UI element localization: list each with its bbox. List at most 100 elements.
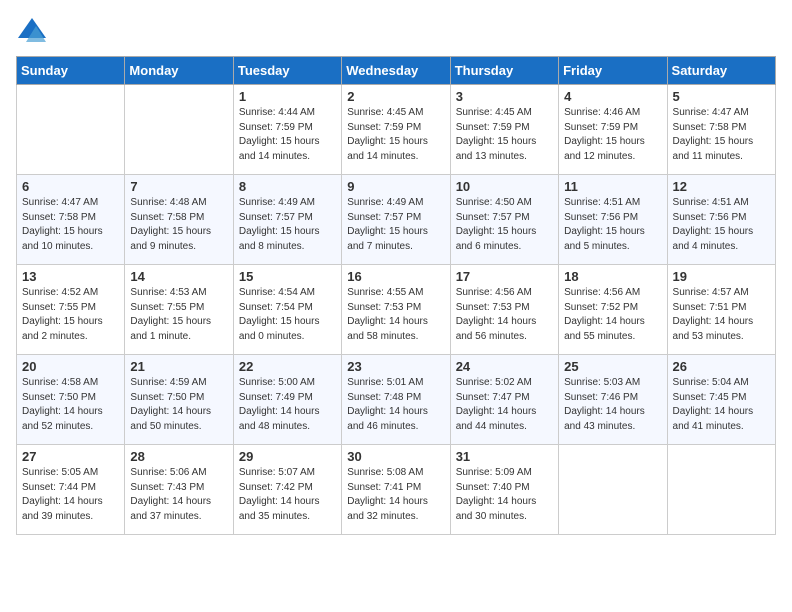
day-content: Sunrise: 5:02 AM Sunset: 7:47 PM Dayligh… bbox=[456, 376, 553, 434]
day-content: Sunrise: 5:01 AM Sunset: 7:48 PM Dayligh… bbox=[347, 376, 444, 434]
day-content: Sunrise: 4:54 AM Sunset: 7:54 PM Dayligh… bbox=[239, 286, 336, 344]
day-content: Sunrise: 4:50 AM Sunset: 7:57 PM Dayligh… bbox=[456, 196, 553, 254]
day-cell bbox=[559, 445, 667, 535]
day-number: 28 bbox=[130, 449, 227, 464]
day-cell: 15 Sunrise: 4:54 AM Sunset: 7:54 PM Dayli… bbox=[233, 265, 341, 355]
page-header bbox=[16, 16, 776, 44]
day-cell: 5 Sunrise: 4:47 AM Sunset: 7:58 PM Daylig… bbox=[667, 85, 775, 175]
day-cell: 29 Sunrise: 5:07 AM Sunset: 7:42 PM Dayli… bbox=[233, 445, 341, 535]
day-number: 30 bbox=[347, 449, 444, 464]
day-content: Sunrise: 4:59 AM Sunset: 7:50 PM Dayligh… bbox=[130, 376, 227, 434]
day-content: Sunrise: 4:51 AM Sunset: 7:56 PM Dayligh… bbox=[673, 196, 770, 254]
week-row-2: 6 Sunrise: 4:47 AM Sunset: 7:58 PM Daylig… bbox=[17, 175, 776, 265]
day-number: 4 bbox=[564, 89, 661, 104]
logo bbox=[16, 16, 52, 44]
day-cell: 16Sunrise: 4:55 AM Sunset: 7:53 PM Dayli… bbox=[342, 265, 450, 355]
day-number: 22 bbox=[239, 359, 336, 374]
day-number: 18 bbox=[564, 269, 661, 284]
day-content: Sunrise: 4:45 AM Sunset: 7:59 PM Dayligh… bbox=[347, 106, 444, 164]
day-number: 17 bbox=[456, 269, 553, 284]
day-content: Sunrise: 5:00 AM Sunset: 7:49 PM Dayligh… bbox=[239, 376, 336, 434]
day-number: 20 bbox=[22, 359, 119, 374]
day-number: 19 bbox=[673, 269, 770, 284]
day-cell: 26 Sunrise: 5:04 AM Sunset: 7:45 PM Dayli… bbox=[667, 355, 775, 445]
day-cell: 30 Sunrise: 5:08 AM Sunset: 7:41 PM Dayli… bbox=[342, 445, 450, 535]
day-number: 14 bbox=[130, 269, 227, 284]
col-header-wednesday: Wednesday bbox=[342, 57, 450, 85]
day-number: 13 bbox=[22, 269, 119, 284]
day-cell: 3 Sunrise: 4:45 AM Sunset: 7:59 PM Daylig… bbox=[450, 85, 558, 175]
col-header-monday: Monday bbox=[125, 57, 233, 85]
day-cell: 19 Sunrise: 4:57 AM Sunset: 7:51 PM Dayli… bbox=[667, 265, 775, 355]
col-header-tuesday: Tuesday bbox=[233, 57, 341, 85]
col-header-friday: Friday bbox=[559, 57, 667, 85]
day-content: Sunrise: 4:49 AM Sunset: 7:57 PM Dayligh… bbox=[347, 196, 444, 254]
day-cell: 22 Sunrise: 5:00 AM Sunset: 7:49 PM Dayli… bbox=[233, 355, 341, 445]
day-cell: 21 Sunrise: 4:59 AM Sunset: 7:50 PM Dayli… bbox=[125, 355, 233, 445]
day-content: Sunrise: 4:56 AM Sunset: 7:52 PM Dayligh… bbox=[564, 286, 661, 344]
day-number: 7 bbox=[130, 179, 227, 194]
day-cell: 12 Sunrise: 4:51 AM Sunset: 7:56 PM Dayli… bbox=[667, 175, 775, 265]
day-cell: 14 Sunrise: 4:53 AM Sunset: 7:55 PM Dayli… bbox=[125, 265, 233, 355]
day-content: Sunrise: 4:53 AM Sunset: 7:55 PM Dayligh… bbox=[130, 286, 227, 344]
day-number: 11 bbox=[564, 179, 661, 194]
day-cell bbox=[125, 85, 233, 175]
day-number: 6 bbox=[22, 179, 119, 194]
day-cell: 27Sunrise: 5:05 AM Sunset: 7:44 PM Dayli… bbox=[17, 445, 125, 535]
logo-icon bbox=[16, 16, 48, 44]
day-content: Sunrise: 4:47 AM Sunset: 7:58 PM Dayligh… bbox=[673, 106, 770, 164]
day-number: 25 bbox=[564, 359, 661, 374]
day-cell: 25Sunrise: 5:03 AM Sunset: 7:46 PM Dayli… bbox=[559, 355, 667, 445]
day-number: 27 bbox=[22, 449, 119, 464]
week-row-1: 1 Sunrise: 4:44 AM Sunset: 7:59 PM Daylig… bbox=[17, 85, 776, 175]
day-content: Sunrise: 4:46 AM Sunset: 7:59 PM Dayligh… bbox=[564, 106, 661, 164]
day-cell: 20 Sunrise: 4:58 AM Sunset: 7:50 PM Dayli… bbox=[17, 355, 125, 445]
day-cell: 28 Sunrise: 5:06 AM Sunset: 7:43 PM Dayli… bbox=[125, 445, 233, 535]
day-cell: 17Sunrise: 4:56 AM Sunset: 7:53 PM Dayli… bbox=[450, 265, 558, 355]
week-row-3: 13 Sunrise: 4:52 AM Sunset: 7:55 PM Dayli… bbox=[17, 265, 776, 355]
col-header-saturday: Saturday bbox=[667, 57, 775, 85]
day-cell bbox=[667, 445, 775, 535]
header-row: SundayMondayTuesdayWednesdayThursdayFrid… bbox=[17, 57, 776, 85]
day-content: Sunrise: 5:08 AM Sunset: 7:41 PM Dayligh… bbox=[347, 466, 444, 524]
day-cell: 13 Sunrise: 4:52 AM Sunset: 7:55 PM Dayli… bbox=[17, 265, 125, 355]
day-content: Sunrise: 4:52 AM Sunset: 7:55 PM Dayligh… bbox=[22, 286, 119, 344]
week-row-5: 27Sunrise: 5:05 AM Sunset: 7:44 PM Dayli… bbox=[17, 445, 776, 535]
day-content: Sunrise: 4:57 AM Sunset: 7:51 PM Dayligh… bbox=[673, 286, 770, 344]
day-number: 21 bbox=[130, 359, 227, 374]
day-content: Sunrise: 5:04 AM Sunset: 7:45 PM Dayligh… bbox=[673, 376, 770, 434]
day-cell: 18 Sunrise: 4:56 AM Sunset: 7:52 PM Dayli… bbox=[559, 265, 667, 355]
day-cell: 1 Sunrise: 4:44 AM Sunset: 7:59 PM Daylig… bbox=[233, 85, 341, 175]
day-number: 1 bbox=[239, 89, 336, 104]
day-number: 3 bbox=[456, 89, 553, 104]
day-cell: 10 Sunrise: 4:50 AM Sunset: 7:57 PM Dayli… bbox=[450, 175, 558, 265]
day-content: Sunrise: 4:45 AM Sunset: 7:59 PM Dayligh… bbox=[456, 106, 553, 164]
day-content: Sunrise: 5:06 AM Sunset: 7:43 PM Dayligh… bbox=[130, 466, 227, 524]
day-number: 15 bbox=[239, 269, 336, 284]
day-content: Sunrise: 5:07 AM Sunset: 7:42 PM Dayligh… bbox=[239, 466, 336, 524]
day-number: 12 bbox=[673, 179, 770, 194]
day-number: 9 bbox=[347, 179, 444, 194]
day-content: Sunrise: 4:49 AM Sunset: 7:57 PM Dayligh… bbox=[239, 196, 336, 254]
day-cell bbox=[17, 85, 125, 175]
day-cell: 6 Sunrise: 4:47 AM Sunset: 7:58 PM Daylig… bbox=[17, 175, 125, 265]
day-number: 5 bbox=[673, 89, 770, 104]
day-content: Sunrise: 4:47 AM Sunset: 7:58 PM Dayligh… bbox=[22, 196, 119, 254]
day-content: Sunrise: 4:58 AM Sunset: 7:50 PM Dayligh… bbox=[22, 376, 119, 434]
day-cell: 9 Sunrise: 4:49 AM Sunset: 7:57 PM Daylig… bbox=[342, 175, 450, 265]
day-number: 2 bbox=[347, 89, 444, 104]
day-cell: 7 Sunrise: 4:48 AM Sunset: 7:58 PM Daylig… bbox=[125, 175, 233, 265]
day-cell: 31Sunrise: 5:09 AM Sunset: 7:40 PM Dayli… bbox=[450, 445, 558, 535]
day-content: Sunrise: 4:44 AM Sunset: 7:59 PM Dayligh… bbox=[239, 106, 336, 164]
day-number: 10 bbox=[456, 179, 553, 194]
day-cell: 8Sunrise: 4:49 AM Sunset: 7:57 PM Daylig… bbox=[233, 175, 341, 265]
day-number: 29 bbox=[239, 449, 336, 464]
day-cell: 23Sunrise: 5:01 AM Sunset: 7:48 PM Dayli… bbox=[342, 355, 450, 445]
day-number: 26 bbox=[673, 359, 770, 374]
day-content: Sunrise: 4:55 AM Sunset: 7:53 PM Dayligh… bbox=[347, 286, 444, 344]
day-cell: 4 Sunrise: 4:46 AM Sunset: 7:59 PM Daylig… bbox=[559, 85, 667, 175]
day-cell: 24 Sunrise: 5:02 AM Sunset: 7:47 PM Dayli… bbox=[450, 355, 558, 445]
day-number: 24 bbox=[456, 359, 553, 374]
day-content: Sunrise: 4:48 AM Sunset: 7:58 PM Dayligh… bbox=[130, 196, 227, 254]
col-header-thursday: Thursday bbox=[450, 57, 558, 85]
